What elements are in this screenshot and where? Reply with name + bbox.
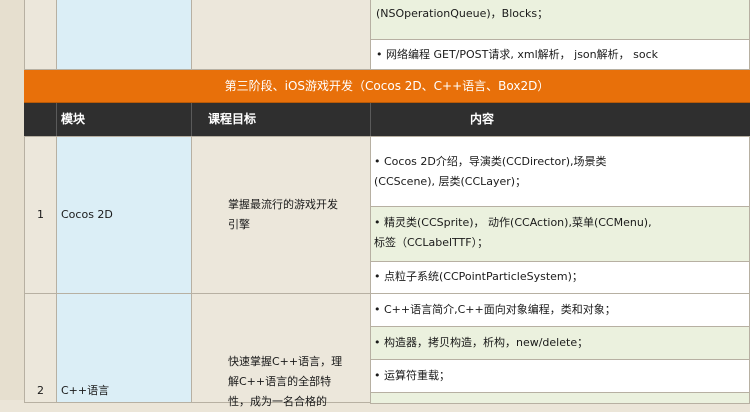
row2-goal-line1: 快速掌握C++语言，理 — [228, 355, 343, 368]
prev-content-text-a: (NSOperationQueue)，Blocks； — [376, 7, 549, 20]
row2-content-1-line1: • C++语言简介,C++面向对象编程，类和对象； — [374, 303, 616, 316]
row1-goal-line2: 引擎 — [228, 218, 250, 231]
row1-module: Cocos 2D — [61, 208, 113, 221]
row2-number-cell: 2 — [24, 293, 57, 403]
prev-goal-cell — [191, 0, 371, 70]
row2-content-2: • 构造器，拷贝构造，析构，new/delete； — [370, 326, 750, 360]
row2-goal-line2: 解C++语言的全部特 — [228, 375, 332, 388]
row1-content-2: • 精灵类(CCSprite)， 动作(CCAction),菜单(CCMenu)… — [370, 206, 750, 262]
row2-module: C++语言 — [61, 384, 110, 397]
stage-title-bar: 第三阶段、iOS游戏开发（Cocos 2D、C++语言、Box2D） — [24, 70, 750, 103]
header-content: 内容 — [470, 112, 495, 126]
row2-goal-cell: 快速掌握C++语言，理 解C++语言的全部特 性，成为一名合格的 — [191, 293, 371, 408]
row1-content-3: • 点粒子系统(CCPointParticleSystem)； — [370, 261, 750, 294]
row2-content-4 — [370, 392, 750, 404]
row1-number: 1 — [37, 208, 44, 221]
row2-goal-line3: 性，成为一名合格的 — [228, 395, 327, 408]
row1-goal-cell: 掌握最流行的游戏开发 引擎 — [191, 136, 371, 294]
prev-content-cell-a: (NSOperationQueue)，Blocks； — [370, 0, 750, 40]
row2-content-1: • C++语言简介,C++面向对象编程，类和对象； — [370, 293, 750, 327]
table-header-row: 模块 课程目标 内容 — [24, 103, 750, 136]
row2-content-2-line1: • 构造器，拷贝构造，析构，new/delete； — [374, 336, 589, 349]
row1-goal-line1: 掌握最流行的游戏开发 — [228, 198, 338, 211]
prev-module-cell — [56, 0, 192, 70]
row2-number: 2 — [37, 384, 44, 397]
row1-content-1: • Cocos 2D介绍，导演类(CCDirector),场景类 (CCScen… — [370, 136, 750, 207]
prev-content-cell-b: • 网络编程 GET/POST请求, xml解析， json解析， sock — [370, 39, 750, 70]
row2-content-3: • 运算符重载； — [370, 359, 750, 393]
row2-module-cell: C++语言 — [56, 293, 192, 403]
row2-content-3-line1: • 运算符重载； — [374, 369, 450, 382]
prev-number-cell — [24, 0, 57, 70]
header-goal: 课程目标 — [208, 112, 257, 126]
row1-content-1-line1: • Cocos 2D介绍，导演类(CCDirector),场景类 — [374, 155, 607, 168]
row1-module-cell: Cocos 2D — [56, 136, 192, 294]
row1-content-3-line1: • 点粒子系统(CCPointParticleSystem)； — [374, 270, 583, 283]
left-margin-strip — [0, 0, 25, 400]
row1-content-2-line1: • 精灵类(CCSprite)， 动作(CCAction),菜单(CCMenu)… — [374, 216, 652, 229]
row1-number-cell: 1 — [24, 136, 57, 294]
header-module: 模块 — [61, 112, 86, 126]
prev-content-text-b: • 网络编程 GET/POST请求, xml解析， json解析， sock — [376, 48, 659, 61]
row1-content-2-line2: 标签（CCLabelTTF）； — [374, 236, 489, 249]
row1-content-1-line2: (CCScene), 层类(CCLayer)； — [374, 175, 527, 188]
